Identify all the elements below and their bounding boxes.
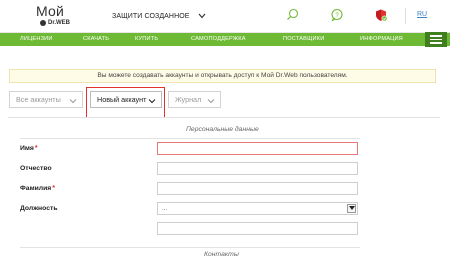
header-divider <box>405 8 406 24</box>
select-dropdown-button[interactable] <box>347 204 356 213</box>
chevron-down-icon <box>198 13 206 19</box>
info-banner: Вы можете создавать аккаунты и открывать… <box>9 69 436 83</box>
tab-journal-label: Журнал <box>175 95 202 104</box>
section-title-personal: Персональные данные <box>186 126 259 133</box>
tab-journal[interactable]: Журнал <box>168 91 221 108</box>
support-chat-icon[interactable]: ? <box>330 8 344 22</box>
position-select[interactable]: ... <box>157 202 358 215</box>
nav-item-self-support[interactable]: САМОПОДДЕРЖКА <box>191 33 246 46</box>
nav-item-suppliers[interactable]: ПОСТАВЩИКИ <box>283 33 324 46</box>
section-divider <box>20 138 360 139</box>
first-name-label-text: Имя <box>20 145 34 152</box>
caret-down-icon <box>348 206 355 210</box>
section-divider <box>20 247 360 248</box>
logo-drweb-text: Dr.WEB <box>40 20 70 26</box>
section-title-contacts: Контакты <box>204 251 239 258</box>
header: Мой Dr.WEB ЗАЩИТИ СОЗДАННОЕ ? RU <box>0 0 450 33</box>
drweb-logo[interactable]: Мой Dr.WEB <box>34 3 80 29</box>
shield-icon[interactable] <box>374 8 388 22</box>
svg-text:?: ? <box>335 13 339 19</box>
search-icon[interactable] <box>286 8 300 22</box>
nav-item-download[interactable]: СКАЧАТЬ <box>83 33 109 46</box>
logo-moy-text: Мой <box>36 3 65 19</box>
burger-line <box>430 42 442 44</box>
security-select[interactable]: ЗАЩИТИ СОЗДАННОЕ <box>112 11 207 21</box>
last-name-field[interactable] <box>157 182 358 195</box>
required-mark: * <box>52 185 55 192</box>
chevron-down-icon <box>69 99 77 104</box>
patronymic-field[interactable] <box>157 162 358 175</box>
main-nav: ЛИЦЕНЗИИ СКАЧАТЬ КУПИТЬ САМОПОДДЕРЖКА ПО… <box>0 32 450 47</box>
first-name-label: Имя* <box>20 145 38 152</box>
position-label: Должность <box>20 205 58 212</box>
required-mark: * <box>34 145 38 152</box>
last-name-label: Фамилия* <box>20 185 55 192</box>
nav-item-licenses[interactable]: ЛИЦЕНЗИИ <box>20 33 53 46</box>
chevron-down-icon <box>207 99 215 104</box>
nav-item-buy[interactable]: КУПИТЬ <box>135 33 158 46</box>
tab-all-accounts-label: Все аккаунты <box>16 95 61 104</box>
nav-item-information[interactable]: ИНФОРМАЦИЯ <box>360 33 403 46</box>
tab-highlight-frame <box>86 87 165 118</box>
burger-line <box>430 38 442 41</box>
spider-icon <box>40 20 46 26</box>
patronymic-label: Отчество <box>20 165 52 172</box>
position-extra-field[interactable] <box>157 222 358 235</box>
language-switch[interactable]: RU <box>417 11 427 18</box>
security-select-label: ЗАЩИТИ СОЗДАННОЕ <box>112 12 190 20</box>
last-name-label-text: Фамилия <box>20 185 52 192</box>
menu-burger-button[interactable] <box>425 32 447 47</box>
logo-drweb-label: Dr.WEB <box>48 20 71 26</box>
burger-line <box>430 35 442 37</box>
position-select-value: ... <box>162 205 168 212</box>
tabs-divider <box>8 117 440 118</box>
first-name-field[interactable] <box>157 142 358 155</box>
tab-all-accounts[interactable]: Все аккаунты <box>9 91 83 108</box>
